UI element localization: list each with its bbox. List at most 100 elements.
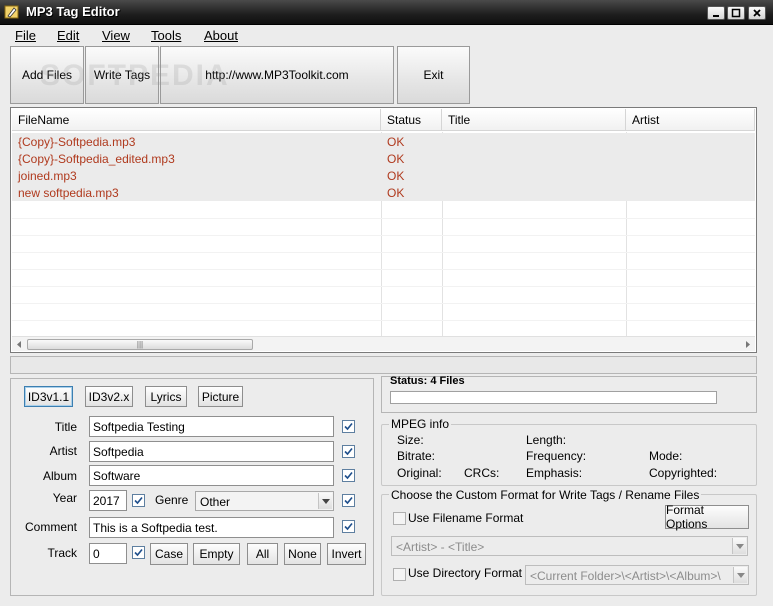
genre-value: Other <box>200 495 231 509</box>
comment-input[interactable]: This is a Softpedia test. <box>89 517 334 538</box>
title-checkbox[interactable] <box>342 420 355 433</box>
genre-select[interactable]: Other <box>195 491 334 511</box>
row-filename: joined.mp3 <box>18 169 77 183</box>
artist-label: Artist <box>49 444 77 458</box>
case-button[interactable]: Case <box>150 543 188 565</box>
grid-line <box>12 252 755 253</box>
website-button[interactable]: http://www.MP3Toolkit.com <box>160 46 394 104</box>
chevron-down-icon[interactable] <box>318 493 332 509</box>
row-filename: {Copy}-Softpedia.mp3 <box>18 135 136 149</box>
comment-checkbox[interactable] <box>342 520 355 533</box>
mpeg-length: Length: <box>526 433 567 447</box>
horizontal-scrollbar[interactable]: ||| <box>12 336 755 351</box>
table-row[interactable]: {Copy}-Softpedia_edited.mp3 OK <box>12 150 755 167</box>
row-status: OK <box>387 169 405 183</box>
maximize-button[interactable] <box>727 6 745 20</box>
column-status[interactable]: Status <box>381 109 442 131</box>
table-row[interactable]: {Copy}-Softpedia.mp3 OK <box>12 133 755 150</box>
year-checkbox[interactable] <box>132 494 145 507</box>
minimize-button[interactable] <box>707 6 725 20</box>
row-filename: {Copy}-Softpedia_edited.mp3 <box>18 152 175 166</box>
genre-checkbox[interactable] <box>342 494 355 507</box>
directory-format-select[interactable]: <Current Folder>\<Artist>\<Album>\ <box>525 565 749 585</box>
column-filename[interactable]: FileName <box>12 109 381 131</box>
mpeg-original: Original: <box>397 466 442 480</box>
all-button[interactable]: All <box>247 543 278 565</box>
genre-label: Genre <box>155 493 189 507</box>
year-label: Year <box>52 491 77 505</box>
menu-file[interactable]: File <box>15 28 36 43</box>
album-checkbox[interactable] <box>342 469 355 482</box>
menu-tools-label: Tools <box>151 28 182 43</box>
custom-format-title: Choose the Custom Format for Write Tags … <box>389 488 702 502</box>
grid-line <box>12 235 755 236</box>
close-button[interactable] <box>748 6 766 20</box>
directory-format-value: <Current Folder>\<Artist>\<Album>\ <box>530 569 721 583</box>
exit-button[interactable]: Exit <box>397 46 470 104</box>
write-tags-button[interactable]: Write Tags <box>85 46 159 104</box>
tab-id3v2[interactable]: ID3v2.x <box>85 386 133 407</box>
column-artist[interactable]: Artist <box>626 109 755 131</box>
tab-id3v1[interactable]: ID3v1.1 <box>24 386 73 407</box>
comment-label: Comment <box>24 520 77 534</box>
album-input[interactable]: Software <box>89 465 334 486</box>
row-status: OK <box>387 186 405 200</box>
none-button[interactable]: None <box>284 543 321 565</box>
artist-checkbox[interactable] <box>342 445 355 458</box>
title-label: Title <box>54 420 77 434</box>
scroll-thumb[interactable]: ||| <box>27 339 253 350</box>
title-input[interactable]: Softpedia Testing <box>89 416 334 437</box>
track-input[interactable]: 0 <box>89 543 127 564</box>
check-icon <box>134 548 143 557</box>
use-directory-checkbox[interactable] <box>393 568 406 581</box>
custom-format-group: Choose the Custom Format for Write Tags … <box>381 488 757 596</box>
menu-bar: File Edit View Tools About <box>0 25 773 45</box>
menu-view[interactable]: View <box>102 28 130 43</box>
grid-line <box>12 269 755 270</box>
row-filename: new softpedia.mp3 <box>18 186 119 200</box>
menu-about[interactable]: About <box>204 28 238 43</box>
empty-button[interactable]: Empty <box>193 543 240 565</box>
menu-about-label: About <box>204 28 238 43</box>
column-title[interactable]: Title <box>442 109 626 131</box>
menu-file-label: File <box>15 28 36 43</box>
mpeg-bitrate: Bitrate: <box>397 449 436 463</box>
invert-button[interactable]: Invert <box>327 543 366 565</box>
check-icon <box>344 447 353 456</box>
progress-strip <box>10 356 757 374</box>
use-filename-checkbox[interactable] <box>393 512 406 525</box>
row-status: OK <box>387 152 405 166</box>
tab-lyrics[interactable]: Lyrics <box>145 386 187 407</box>
add-files-button[interactable]: Add Files <box>10 46 84 104</box>
check-icon <box>344 522 353 531</box>
menu-tools[interactable]: Tools <box>151 28 181 43</box>
check-icon <box>344 422 353 431</box>
chevron-down-icon[interactable] <box>733 567 747 583</box>
check-icon <box>344 471 353 480</box>
tag-panel: ID3v1.1 ID3v2.x Lyrics Picture Title Sof… <box>10 378 374 596</box>
toolbar: Add Files Write Tags http://www.MP3Toolk… <box>10 46 470 104</box>
use-directory-label: Use Directory Format <box>408 566 523 580</box>
tab-picture[interactable]: Picture <box>198 386 243 407</box>
status-text: Status: 4 Files <box>390 375 465 387</box>
mpeg-copyrighted: Copyrighted: <box>649 466 718 480</box>
minimize-icon <box>713 15 719 17</box>
format-options-button[interactable]: Format Options <box>665 503 749 531</box>
grid-line <box>12 320 755 321</box>
table-row[interactable]: new softpedia.mp3 OK <box>12 184 755 201</box>
file-list[interactable]: FileName Status Title Artist {Copy}-Soft… <box>10 107 757 353</box>
chevron-down-icon[interactable] <box>732 538 746 554</box>
filename-format-select[interactable]: <Artist> - <Title> <box>391 536 748 556</box>
maximize-icon <box>731 8 741 18</box>
scroll-left-icon[interactable] <box>15 340 23 349</box>
mpeg-size: Size: <box>397 433 424 447</box>
table-row[interactable]: joined.mp3 OK <box>12 167 755 184</box>
mpeg-info-group: MPEG info Size: Length: Bitrate: Frequen… <box>381 417 757 486</box>
artist-input[interactable]: Softpedia <box>89 441 334 462</box>
track-checkbox[interactable] <box>132 546 145 559</box>
year-input[interactable]: 2017 <box>89 490 127 511</box>
menu-edit[interactable]: Edit <box>57 28 79 43</box>
grid-line <box>12 218 755 219</box>
check-icon <box>344 496 353 505</box>
scroll-right-icon[interactable] <box>744 340 752 349</box>
